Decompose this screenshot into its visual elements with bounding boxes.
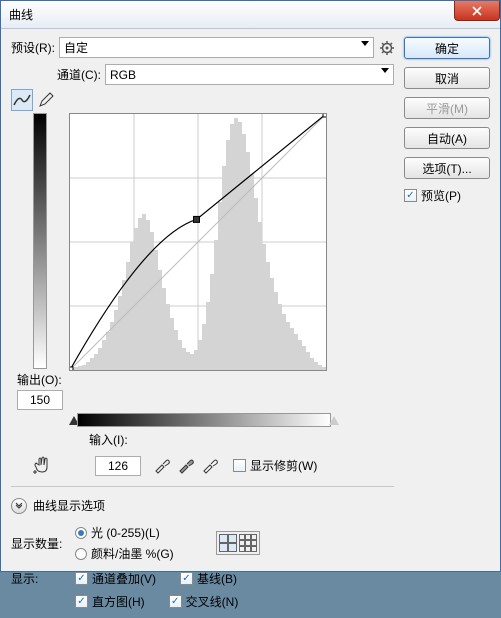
smooth-button[interactable]: 平滑(M) [404, 97, 490, 119]
show-clipping-label: 显示修剪(W) [250, 457, 317, 474]
cancel-button[interactable]: 取消 [404, 67, 490, 89]
chevron-up-icon [15, 502, 23, 510]
curve-canvas [70, 114, 326, 370]
options-button[interactable]: 选项(T)... [404, 157, 490, 179]
curve-icon [13, 93, 31, 107]
checkbox-baseline[interactable]: ✓基线(B) [180, 570, 237, 587]
grid-fine-button[interactable] [239, 534, 257, 552]
preset-menu-button[interactable] [380, 41, 394, 55]
chevron-down-icon [381, 68, 389, 73]
check-icon: ✓ [169, 595, 182, 608]
eyedropper-icon [177, 456, 195, 474]
preview-checkbox[interactable]: ✓ [404, 189, 417, 202]
pencil-icon [38, 92, 54, 108]
gray-eyedropper[interactable] [177, 456, 195, 474]
eyedropper-icon [201, 456, 219, 474]
check-icon: ✓ [75, 595, 88, 608]
preset-label: 预设(R): [11, 39, 55, 56]
preset-dropdown[interactable]: 自定 [59, 37, 374, 58]
input-gradient[interactable] [77, 413, 331, 427]
radio-icon [75, 527, 87, 539]
hand-icon [31, 455, 55, 475]
preview-label: 预览(P) [421, 187, 461, 204]
eyedropper-icon [153, 456, 171, 474]
check-icon: ✓ [180, 572, 193, 585]
chevron-down-icon [361, 41, 369, 46]
curves-dialog: 曲线 预设(R): 自定 通道(C): RGB [0, 0, 501, 572]
check-icon: ✓ [75, 572, 88, 585]
targeted-adjustment-button[interactable] [31, 455, 55, 475]
curve-tool-button[interactable] [11, 89, 33, 111]
channel-dropdown[interactable]: RGB [105, 64, 394, 85]
radio-light[interactable]: 光 (0-255)(L) [75, 524, 174, 541]
titlebar[interactable]: 曲线 [1, 1, 500, 29]
show-label: 显示: [11, 570, 71, 610]
checkbox-crossline[interactable]: ✓交叉线(N) [169, 593, 239, 610]
curve-options-label: 曲线显示选项 [33, 497, 105, 514]
show-amount-label: 显示数量: [11, 535, 71, 552]
gear-icon [380, 41, 394, 55]
output-gradient[interactable] [33, 113, 47, 369]
pencil-tool-button[interactable] [35, 89, 57, 111]
checkbox-histogram[interactable]: ✓直方图(H) [75, 593, 145, 610]
radio-pigment[interactable]: 颜料/油墨 %(G) [75, 545, 174, 562]
white-point-slider[interactable] [329, 416, 339, 425]
channel-value: RGB [110, 68, 136, 82]
input-input[interactable] [95, 456, 141, 476]
channel-label: 通道(C): [57, 66, 101, 83]
close-button[interactable] [454, 1, 500, 21]
window-title: 曲线 [9, 6, 33, 23]
divider [11, 486, 394, 487]
white-eyedropper[interactable] [201, 456, 219, 474]
checkbox-overlay[interactable]: ✓通道叠加(V) [75, 570, 156, 587]
grid-size-group [216, 531, 260, 555]
input-label: 输入(I): [89, 431, 394, 448]
curve-graph[interactable] [69, 113, 327, 371]
show-clipping-checkbox[interactable] [233, 459, 246, 472]
black-eyedropper[interactable] [153, 456, 171, 474]
output-input[interactable] [17, 390, 63, 410]
collapse-options-button[interactable] [11, 498, 27, 514]
grid-coarse-button[interactable] [219, 534, 237, 552]
preset-value: 自定 [64, 39, 88, 56]
auto-button[interactable]: 自动(A) [404, 127, 490, 149]
close-icon [472, 6, 482, 16]
output-label: 输出(O): [17, 371, 63, 388]
ok-button[interactable]: 确定 [404, 37, 490, 59]
radio-icon [75, 548, 87, 560]
